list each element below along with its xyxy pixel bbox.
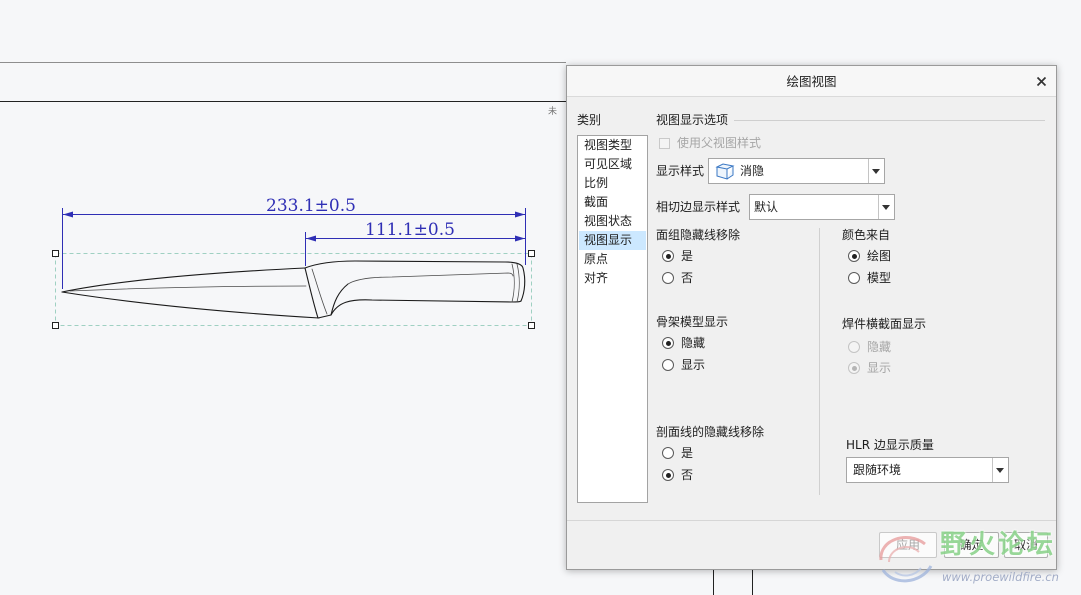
- selection-handle-bottom-left[interactable]: [52, 322, 59, 329]
- radio-label: 模型: [867, 271, 892, 285]
- hidden-line-cube-icon: [715, 163, 735, 180]
- handle-end-stripe-1: [511, 263, 515, 303]
- radio-label: 是: [681, 446, 694, 460]
- skeleton-display-option-show[interactable]: 显示: [662, 359, 705, 371]
- skeleton-display-option-hide[interactable]: 隐藏: [662, 337, 705, 349]
- radio-label: 显示: [867, 361, 892, 375]
- options-group-header: 视图显示选项: [656, 113, 729, 127]
- group-header-divider: [734, 120, 1045, 121]
- hlr-edge-quality-dropdown[interactable]: 跟随环境: [846, 457, 1009, 483]
- color-from-option-model[interactable]: 模型: [848, 272, 891, 284]
- display-style-value: 消隐: [740, 164, 765, 178]
- handle-top-edge: [304, 260, 524, 269]
- drawing-view-dialog: 绘图视图 类别 视图类型 可见区域 比例 截面 视图状态 视图显示 原点 对齐 …: [566, 65, 1057, 570]
- tangent-edge-style-label: 相切边显示样式: [656, 200, 741, 214]
- display-style-label: 显示样式: [656, 164, 705, 178]
- arrow-head-left: [306, 235, 316, 242]
- knife-outline: [61, 260, 526, 319]
- radio-label: 是: [681, 249, 694, 263]
- handle-grip-line: [347, 272, 514, 285]
- radio-button[interactable]: [662, 250, 674, 262]
- close-icon[interactable]: [1036, 76, 1047, 87]
- radio-label: 否: [681, 468, 694, 482]
- radio-label: 隐藏: [867, 340, 892, 354]
- category-item-view-states[interactable]: 视图状态: [579, 212, 646, 231]
- watermark-title: 野火论坛: [940, 530, 1057, 560]
- category-label: 类别: [577, 113, 602, 127]
- quilt-hlr-label: 面组隐藏线移除: [656, 228, 741, 242]
- skeleton-display-label: 骨架模型显示: [656, 315, 729, 329]
- selection-handle-top-left[interactable]: [52, 250, 59, 257]
- category-item-origin[interactable]: 原点: [579, 250, 646, 269]
- arrow-head-left: [63, 211, 73, 218]
- category-item-alignment[interactable]: 对齐: [579, 269, 646, 288]
- dimension-text[interactable]: 233.1±0.5: [266, 196, 356, 216]
- view-selection-box: [55, 253, 532, 326]
- radio-button[interactable]: [662, 359, 674, 371]
- category-list[interactable]: 视图类型 可见区域 比例 截面 视图状态 视图显示 原点 对齐: [577, 135, 648, 503]
- bolster-inner-curve: [311, 268, 328, 315]
- arrow-head-right: [515, 235, 525, 242]
- arrow-head-right: [515, 211, 525, 218]
- quilt-hlr-option-no[interactable]: 否: [662, 272, 693, 284]
- radio-label: 否: [681, 271, 694, 285]
- blade-bottom-edge: [61, 291, 320, 319]
- category-item-view-display[interactable]: 视图显示: [579, 231, 646, 250]
- category-item-view-type[interactable]: 视图类型: [579, 136, 646, 155]
- radio-button[interactable]: [848, 272, 860, 284]
- category-item-section[interactable]: 截面: [579, 193, 646, 212]
- category-item-scale[interactable]: 比例: [579, 174, 646, 193]
- use-parent-style-label: 使用父视图样式: [677, 136, 762, 150]
- weld-xsec-option-hide[interactable]: 隐藏: [848, 341, 891, 353]
- chevron-down-icon[interactable]: [868, 159, 884, 183]
- dimension-handle-length[interactable]: 111.1±0.5: [305, 220, 525, 266]
- selection-handle-top-right[interactable]: [528, 250, 535, 257]
- handle-end-stripe-2: [516, 263, 520, 303]
- xhatch-hlr-option-no[interactable]: 否: [662, 469, 693, 481]
- xhatch-hlr-option-yes[interactable]: 是: [662, 447, 693, 459]
- knife-drawing-view[interactable]: [52, 250, 535, 329]
- radio-button[interactable]: [662, 447, 674, 459]
- bolster-left-edge: [304, 267, 319, 319]
- forum-logo-icon: [879, 535, 933, 583]
- handle-bottom-edge: [330, 299, 522, 316]
- weld-xsec-display-label: 焊件横截面显示: [842, 317, 927, 331]
- tangent-edge-style-dropdown[interactable]: 默认: [749, 194, 895, 220]
- tangent-edge-style-value: 默认: [754, 200, 779, 214]
- bolster-bottom-edge: [317, 314, 332, 319]
- footer-divider: [567, 520, 1056, 521]
- chevron-down-icon[interactable]: [992, 458, 1008, 482]
- category-item-visible-area[interactable]: 可见区域: [579, 155, 646, 174]
- chevron-down-icon[interactable]: [878, 195, 894, 219]
- weld-xsec-option-show[interactable]: 显示: [848, 362, 891, 374]
- xhatch-hlr-label: 剖面线的隐藏线移除: [656, 425, 765, 439]
- blade-top-edge: [61, 267, 306, 293]
- blade-bevel-line: [69, 285, 307, 292]
- selection-handle-bottom-right[interactable]: [528, 322, 535, 329]
- use-parent-style-checkbox[interactable]: [659, 138, 670, 149]
- hlr-edge-quality-label: HLR 边显示质量: [846, 438, 934, 452]
- dialog-title: 绘图视图: [786, 74, 837, 89]
- radio-button[interactable]: [662, 337, 674, 349]
- column-divider: [819, 228, 820, 495]
- watermark-url: www.proewildfire.cn: [942, 570, 1059, 584]
- radio-button[interactable]: [848, 341, 860, 353]
- quilt-hlr-option-yes[interactable]: 是: [662, 250, 693, 262]
- radio-button[interactable]: [848, 250, 860, 262]
- color-from-option-drawing[interactable]: 绘图: [848, 250, 891, 262]
- dimension-text[interactable]: 111.1±0.5: [365, 220, 455, 240]
- radio-label: 隐藏: [681, 336, 706, 350]
- hlr-edge-quality-value: 跟随环境: [853, 463, 902, 477]
- radio-button[interactable]: [662, 272, 674, 284]
- drawing-note-fragment: 未: [548, 107, 558, 117]
- radio-button[interactable]: [662, 469, 674, 481]
- handle-end-cap: [520, 267, 526, 302]
- drawing-workspace: 233.1±0.5 111.1±0.5 未 绘图视图 类别 视图类型 可见区域 …: [0, 0, 1081, 595]
- radio-label: 显示: [681, 358, 706, 372]
- color-from-label: 颜色来自: [842, 228, 891, 242]
- radio-label: 绘图: [867, 249, 892, 263]
- radio-button[interactable]: [848, 362, 860, 374]
- display-style-dropdown[interactable]: 消隐: [708, 158, 885, 184]
- dialog-title-bar[interactable]: 绘图视图: [567, 66, 1056, 97]
